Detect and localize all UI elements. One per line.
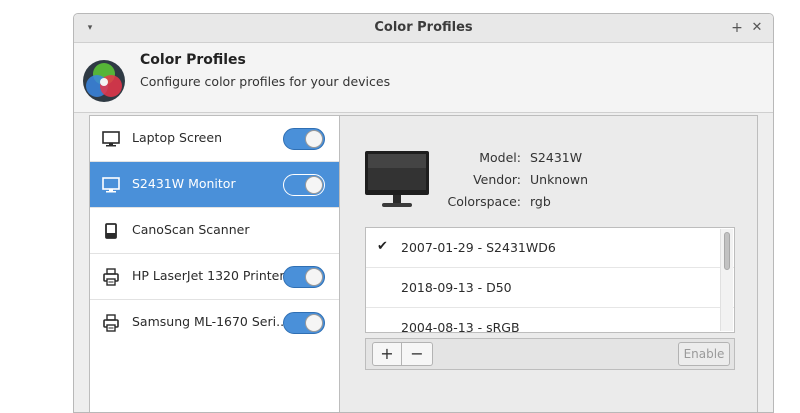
device-label: Laptop Screen (132, 130, 222, 145)
header-title: Color Profiles (140, 52, 246, 68)
color-profiles-window: ▾ Color Profiles + ✕ Color Profiles Conf… (73, 13, 774, 413)
header: Color Profiles Configure color profiles … (74, 43, 773, 113)
profile-row[interactable]: 2018-09-13 - D50 (366, 268, 734, 308)
display-icon (102, 177, 120, 193)
profile-label: 2007-01-29 - S2431WD6 (401, 240, 556, 255)
vendor-value: Unknown (530, 172, 589, 187)
profile-list: ✔ 2007-01-29 - S2431WD6 2018-09-13 - D50… (365, 227, 735, 333)
toggle-knob (305, 130, 323, 148)
profile-label: 2004-08-13 - sRGB (401, 320, 520, 333)
title-bar: ▾ Color Profiles + ✕ (74, 14, 773, 43)
color-wheel-icon (83, 60, 125, 102)
device-toggle[interactable] (283, 128, 325, 150)
toggle-knob (305, 176, 323, 194)
scrollbar-thumb[interactable] (724, 232, 730, 270)
add-profile-button[interactable]: + (372, 342, 402, 366)
close-button[interactable]: ✕ (749, 18, 765, 38)
device-label: Samsung ML-1670 Seri... (132, 314, 289, 329)
device-label: CanoScan Scanner (132, 222, 250, 237)
device-label: HP LaserJet 1320 Printer (132, 268, 285, 283)
header-subtitle: Configure color profiles for your device… (140, 74, 391, 89)
profile-row[interactable]: 2004-08-13 - sRGB (366, 308, 734, 333)
printer-icon (103, 268, 119, 286)
device-row-hp-laserjet[interactable]: HP LaserJet 1320 Printer (90, 254, 339, 300)
maximize-button[interactable]: + (729, 18, 745, 38)
device-list: Laptop Screen S2431W Monitor CanoScan Sc… (89, 115, 340, 412)
profile-row[interactable]: ✔ 2007-01-29 - S2431WD6 (366, 228, 734, 268)
device-toggle[interactable] (283, 174, 325, 196)
colorspace-value: rgb (530, 194, 551, 209)
window-title: Color Profiles (374, 20, 473, 35)
toggle-knob (305, 268, 323, 286)
profile-list-scrollbar[interactable] (720, 229, 733, 331)
device-toggle[interactable] (283, 312, 325, 334)
device-row-canoscan-scanner[interactable]: CanoScan Scanner (90, 208, 339, 254)
model-key: Model: (479, 150, 521, 165)
display-icon (102, 131, 120, 147)
device-toggle[interactable] (283, 266, 325, 288)
toggle-knob (305, 314, 323, 332)
vendor-key: Vendor: (473, 172, 521, 187)
checkmark-icon: ✔ (377, 239, 388, 254)
printer-icon (103, 314, 119, 332)
colorspace-key: Colorspace: (447, 194, 521, 209)
profile-toolbar: + − Enable (365, 338, 735, 370)
scanner-icon (105, 223, 117, 239)
profile-label: 2018-09-13 - D50 (401, 280, 512, 295)
device-row-s2431w-monitor[interactable]: S2431W Monitor (90, 162, 339, 208)
device-label: S2431W Monitor (132, 176, 236, 191)
remove-profile-button[interactable]: − (402, 342, 433, 366)
device-row-laptop-screen[interactable]: Laptop Screen (90, 116, 339, 162)
device-detail-panel: Model: S2431W Vendor: Unknown Colorspace… (340, 115, 758, 412)
model-value: S2431W (530, 150, 583, 165)
enable-button[interactable]: Enable (678, 342, 730, 366)
device-row-samsung-ml1670[interactable]: Samsung ML-1670 Seri... (90, 300, 339, 346)
